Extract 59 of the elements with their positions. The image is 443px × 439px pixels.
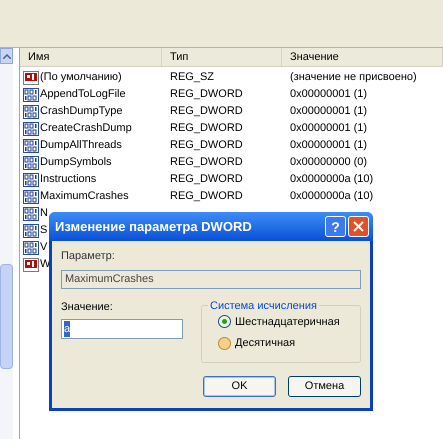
value-data: 0x00000001 (1) [290,139,368,152]
value-type: REG_DWORD [170,139,243,152]
string-value-icon [23,70,39,84]
scroll-thumb[interactable] [0,264,13,369]
scroll-up-button[interactable] [0,48,13,64]
string-value-icon [23,258,39,272]
value-name: S [40,223,48,238]
binary-value-icon [23,156,39,170]
selected-value-text: a [64,320,70,338]
parameter-label: Параметр: [61,249,116,264]
value-data: 0x00000001 (1) [290,105,368,118]
dialog-title: Изменение параметра DWORD [55,218,253,236]
cancel-button[interactable]: Отмена [288,376,361,396]
binary-value-icon [23,224,39,238]
value-name: CreateCrashDump [40,121,132,136]
binary-value-icon [23,122,39,136]
radio-option[interactable]: Десятичная [218,335,360,352]
value-type: REG_DWORD [170,88,243,100]
radio-button-icon [218,336,231,350]
radio-button-icon [218,315,231,328]
value-name: DumpAllThreads [40,138,122,154]
binary-value-icon [23,190,39,204]
column-header[interactable]: Тип [162,48,282,66]
value-name: Instructions [40,172,96,188]
binary-value-icon [23,172,39,186]
value-name: AppendToLogFile [40,87,126,102]
value-field[interactable]: a [61,319,183,339]
close-button[interactable] [348,216,369,237]
binary-value-icon [23,88,39,102]
value-name: CrashDumpType [40,104,123,120]
value-name: V [40,240,48,256]
value-name: DumpSymbols [40,155,112,170]
value-data: 0x00000001 (1) [290,122,368,134]
value-type: REG_DWORD [170,173,243,186]
binary-value-icon [23,240,39,254]
value-type: REG_SZ [170,71,214,84]
value-name: MaximumCrashes [40,189,129,204]
column-header[interactable]: Значение [282,48,443,66]
value-type: REG_DWORD [170,156,243,168]
value-type: REG_DWORD [170,105,243,118]
parameter-field: MaximumCrashes [61,270,361,288]
value-data: 0x00000000 (0) [290,156,368,168]
binary-value-icon [23,104,39,118]
radio-option[interactable]: Шестнадцатеричная [218,314,360,330]
value-type: REG_DWORD [170,122,243,134]
column-header[interactable]: Имя [20,48,162,66]
value-data: 0x0000000a (10) [290,173,374,186]
binary-value-icon [23,138,39,152]
binary-value-icon [23,206,39,220]
help-button[interactable]: ? [325,216,346,237]
value-type: REG_DWORD [170,190,243,202]
ok-button[interactable]: OK [203,376,276,396]
value-name: N [40,206,48,222]
value-name: (По умолчанию) [40,70,122,86]
close-icon [353,221,364,232]
value-data: (значение не присвоено) [290,71,417,84]
value-data: 0x00000001 (1) [290,88,368,100]
value-data: 0x0000000a (10) [290,190,374,202]
value-label: Значение: [61,300,114,314]
